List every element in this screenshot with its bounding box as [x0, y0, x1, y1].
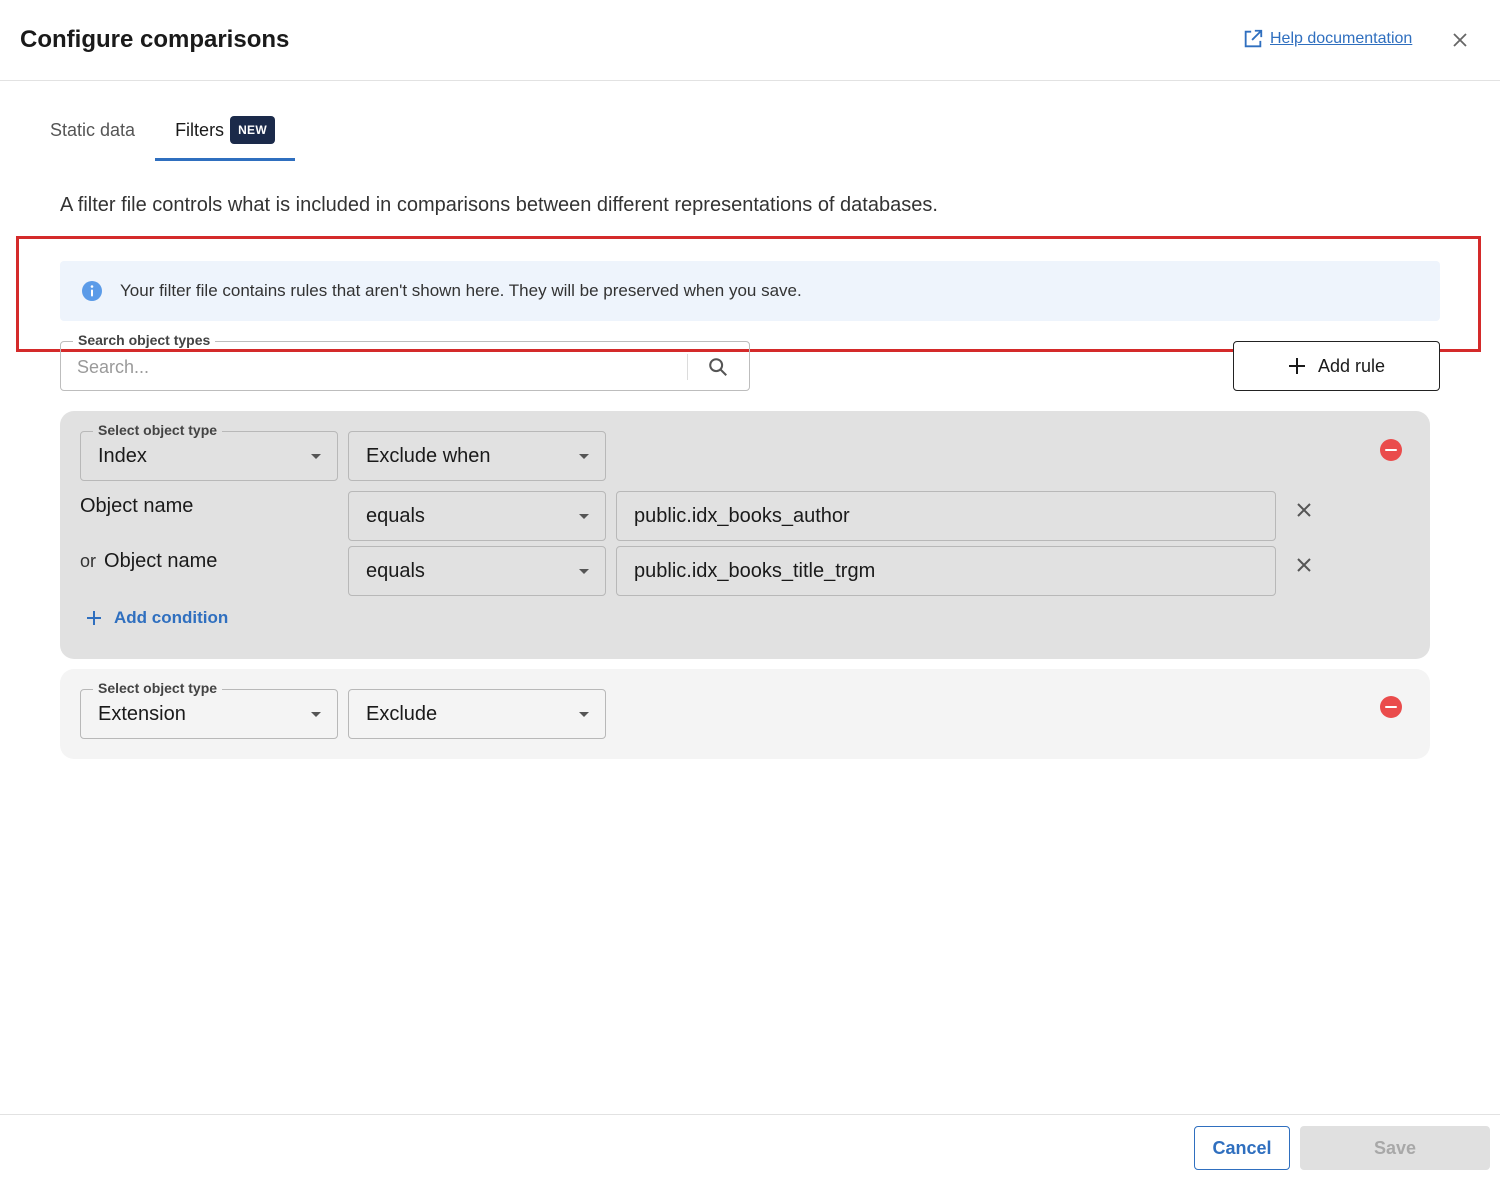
condition-operator-value: equals	[366, 505, 425, 527]
rule-mode-select[interactable]: Exclude	[348, 689, 606, 739]
rule-mode-value: Exclude when	[366, 445, 491, 467]
remove-condition-icon[interactable]	[1294, 500, 1314, 520]
condition-operator-value: equals	[366, 560, 425, 582]
chevron-down-icon	[311, 454, 321, 459]
condition-field-label: or Object name	[80, 550, 218, 572]
chevron-down-icon	[579, 454, 589, 459]
remove-rule-icon[interactable]	[1380, 696, 1402, 718]
new-badge: NEW	[230, 116, 275, 144]
plus-icon	[87, 611, 101, 625]
object-type-select[interactable]: Select object type Index	[80, 422, 338, 481]
rule-card: Select object type Extension Exclude	[60, 669, 1430, 759]
info-banner-text: Your filter file contains rules that are…	[120, 281, 802, 300]
info-icon	[82, 281, 102, 301]
object-type-value: Index	[98, 445, 147, 467]
rule-card: Select object type Index Exclude when Ob…	[60, 411, 1430, 659]
save-button[interactable]: Save	[1300, 1126, 1490, 1170]
add-rule-button[interactable]: Add rule	[1233, 341, 1440, 391]
object-type-value: Extension	[98, 703, 186, 725]
rule-mode-value: Exclude	[366, 703, 438, 725]
tab-static-data[interactable]: Static data	[30, 100, 155, 160]
condition-field-label: Object name	[80, 495, 194, 517]
add-condition-label: Add condition	[114, 608, 229, 627]
chevron-down-icon	[311, 712, 321, 717]
search-object-types-field: Search object types	[60, 332, 750, 391]
or-connector: or	[80, 551, 97, 571]
remove-condition-icon[interactable]	[1294, 555, 1314, 575]
tab-filters[interactable]: Filters NEW	[155, 100, 295, 161]
condition-value-input[interactable]: public.idx_books_title_trgm	[616, 546, 1276, 596]
add-rule-label: Add rule	[1317, 355, 1386, 376]
help-documentation-link[interactable]: Help documentation	[1242, 28, 1412, 50]
condition-value: public.idx_books_title_trgm	[634, 560, 876, 582]
remove-rule-icon[interactable]	[1380, 439, 1402, 461]
dialog-footer: Cancel Save	[0, 1114, 1500, 1178]
chevron-down-icon	[579, 569, 589, 574]
search-icon[interactable]	[705, 354, 731, 380]
add-condition-button[interactable]: Add condition	[86, 608, 228, 628]
search-divider	[687, 354, 688, 380]
search-label: Search object types	[73, 332, 216, 348]
chevron-down-icon	[579, 514, 589, 519]
rule-mode-select[interactable]: Exclude when	[348, 431, 606, 481]
tab-bar: Static data Filters NEW	[30, 100, 295, 162]
dialog-title: Configure comparisons	[20, 26, 290, 53]
object-type-select[interactable]: Select object type Extension	[80, 680, 338, 739]
cancel-button[interactable]: Cancel	[1194, 1126, 1290, 1170]
object-type-label: Select object type	[93, 422, 223, 438]
condition-operator-select[interactable]: equals	[348, 491, 606, 541]
dialog-header: Configure comparisons Help documentation	[0, 0, 1500, 81]
object-type-label: Select object type	[93, 680, 223, 696]
condition-value-input[interactable]: public.idx_books_author	[616, 491, 1276, 541]
search-input[interactable]	[77, 354, 677, 380]
close-icon[interactable]	[1448, 28, 1472, 52]
help-documentation-label: Help documentation	[1270, 30, 1413, 47]
condition-operator-select[interactable]: equals	[348, 546, 606, 596]
chevron-down-icon	[579, 712, 589, 717]
condition-value: public.idx_books_author	[634, 505, 850, 527]
info-banner: Your filter file contains rules that are…	[60, 261, 1440, 321]
external-link-icon	[1244, 29, 1263, 48]
filter-description: A filter file controls what is included …	[60, 194, 938, 216]
plus-icon	[1288, 358, 1305, 374]
